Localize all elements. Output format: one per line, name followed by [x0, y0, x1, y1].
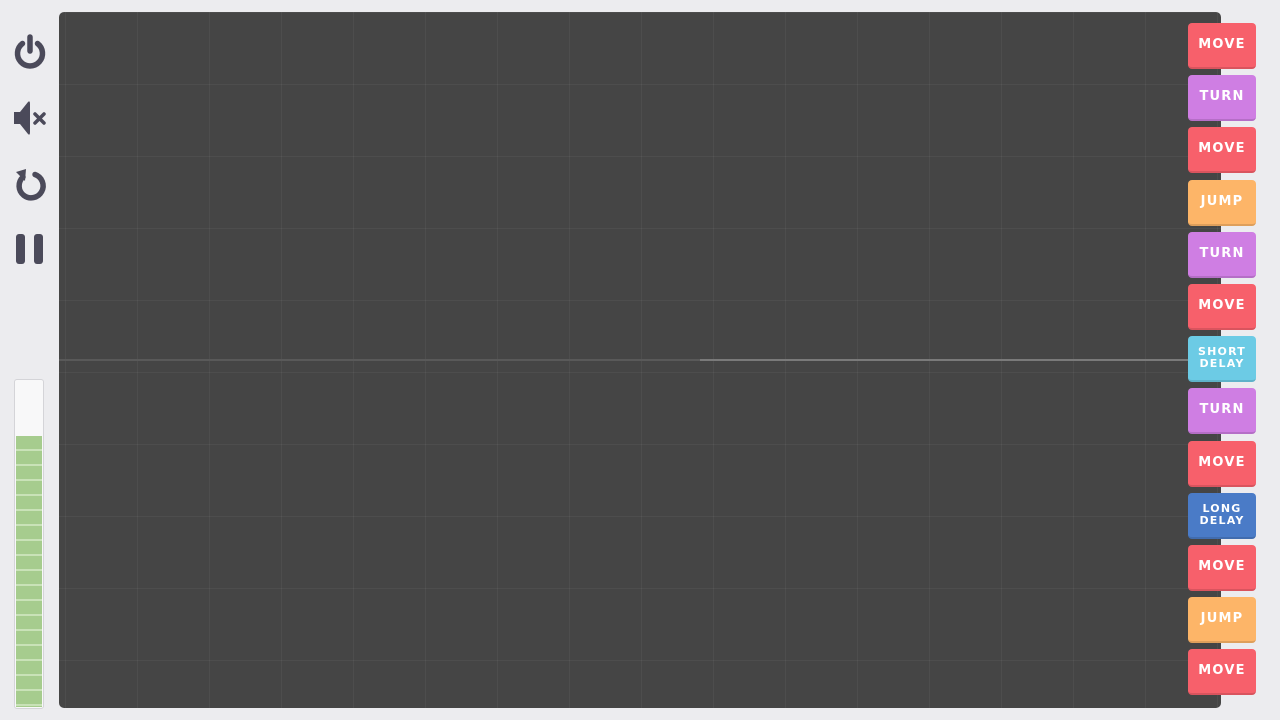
command-block-turn[interactable]: TURN [1188, 75, 1256, 121]
power-icon [14, 34, 46, 69]
restart-icon [16, 169, 46, 201]
command-block-turn[interactable]: TURN [1188, 232, 1256, 278]
mute-button[interactable] [8, 96, 52, 140]
pause-button[interactable] [8, 227, 52, 271]
power-button[interactable] [8, 30, 52, 74]
command-label: MOVE [1198, 37, 1246, 52]
command-block-turn[interactable]: TURN [1188, 388, 1256, 434]
pause-icon [16, 234, 43, 264]
command-block-jump[interactable]: JUMP [1188, 180, 1256, 226]
command-block-move[interactable]: MOVE [1188, 649, 1256, 695]
level-meter [14, 379, 44, 709]
command-label: MOVE [1198, 455, 1246, 470]
game-stage[interactable] [59, 12, 1221, 708]
command-block-move[interactable]: MOVE [1188, 127, 1256, 173]
command-label: TURN [1199, 246, 1245, 261]
command-block-jump[interactable]: JUMP [1188, 597, 1256, 643]
command-block-short-delay[interactable]: SHORT DELAY [1188, 336, 1256, 382]
command-block-move[interactable]: MOVE [1188, 545, 1256, 591]
command-block-move[interactable]: MOVE [1188, 441, 1256, 487]
path-track [700, 359, 1221, 361]
command-label: LONG DELAY [1199, 502, 1245, 527]
command-block-move[interactable]: MOVE [1188, 284, 1256, 330]
mute-icon [14, 101, 46, 135]
command-block-long-delay[interactable]: LONG DELAY [1188, 493, 1256, 539]
restart-button[interactable] [8, 163, 52, 207]
command-label: TURN [1199, 89, 1245, 104]
command-label: JUMP [1200, 611, 1244, 626]
command-label: SHORT DELAY [1198, 345, 1246, 370]
command-label: JUMP [1200, 194, 1244, 209]
level-meter-fill [16, 436, 42, 707]
left-toolbar [0, 0, 58, 720]
command-block-move[interactable]: MOVE [1188, 23, 1256, 69]
command-label: MOVE [1198, 663, 1246, 678]
command-label: TURN [1199, 402, 1245, 417]
command-label: MOVE [1198, 559, 1246, 574]
command-label: MOVE [1198, 141, 1246, 156]
command-label: MOVE [1198, 298, 1246, 313]
